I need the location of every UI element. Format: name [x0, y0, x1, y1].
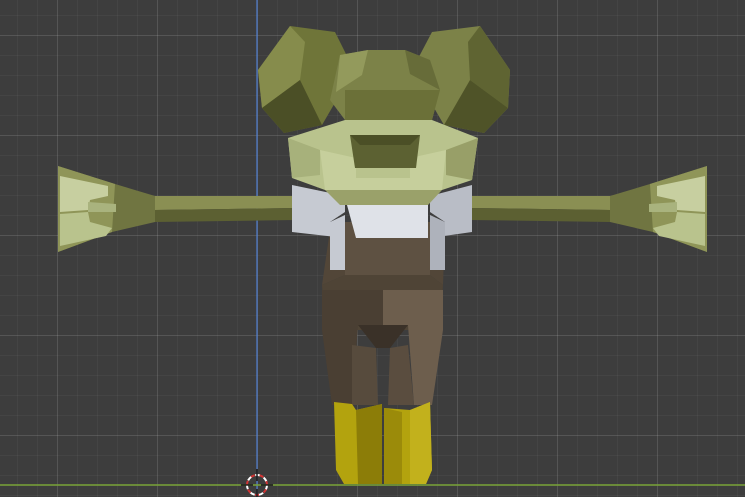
right-arm — [470, 166, 707, 252]
left-arm — [58, 166, 295, 252]
character-model[interactable] — [58, 26, 707, 484]
boots — [334, 402, 432, 484]
head — [258, 26, 510, 205]
viewport-canvas[interactable] — [0, 0, 745, 497]
3d-viewport[interactable] — [0, 0, 745, 497]
